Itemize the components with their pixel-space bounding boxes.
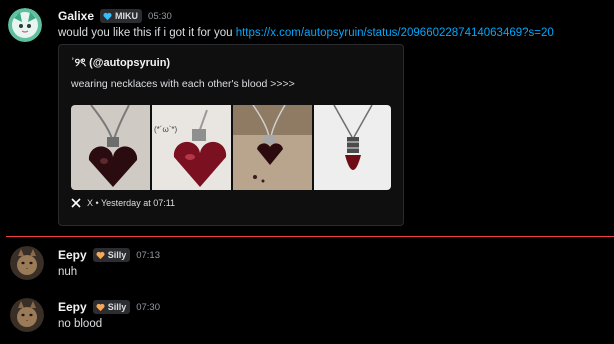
message-text: no blood <box>58 318 103 330</box>
embed-image-4[interactable] <box>314 105 391 190</box>
username[interactable]: Galixe <box>58 9 94 23</box>
embed-footer-text: X • Yesterday at 07:11 <box>87 198 176 208</box>
timestamp[interactable]: 07:13 <box>136 250 160 261</box>
message-galixe: Galixe MIKU 05:30 would you like this if… <box>0 0 614 232</box>
message-link[interactable]: https://x.com/autopsyruin/status/2096602… <box>236 27 554 39</box>
avatar[interactable] <box>10 246 44 280</box>
embed-image-1[interactable] <box>71 105 150 190</box>
embed-description: wearing necklaces with each other's bloo… <box>71 78 295 90</box>
username[interactable]: Eepy <box>58 248 87 262</box>
role-tag-label: MIKU <box>115 11 139 21</box>
role-tag-label: Silly <box>107 250 127 260</box>
message-eepy-2: Eepy Silly 07:30 no blood <box>0 296 614 340</box>
role-tag[interactable]: Silly <box>92 248 131 262</box>
new-messages-divider <box>6 236 614 237</box>
embed-image-gallery: (*´ω`*) <box>71 105 391 190</box>
embed-image-3[interactable] <box>233 105 312 190</box>
message-text: nuh <box>58 266 78 278</box>
embed-footer: X • Yesterday at 07:11 <box>71 198 175 208</box>
embed-author[interactable]: ʾ୨ৎ (@autopsyruin) <box>71 54 170 73</box>
image-overlay-text: (*´ω`*) <box>154 125 178 134</box>
embed-image-2[interactable]: (*´ω`*) <box>152 105 231 190</box>
message-content: would you like this if i got it for you … <box>58 27 554 39</box>
link-embed: ʾ୨ৎ (@autopsyruin) wearing necklaces wit… <box>58 44 404 226</box>
avatar[interactable] <box>8 8 42 42</box>
avatar[interactable] <box>10 298 44 332</box>
heart-badge-icon <box>103 12 112 20</box>
heart-badge-icon <box>96 303 105 311</box>
role-tag-label: Silly <box>107 302 127 312</box>
username[interactable]: Eepy <box>58 300 87 314</box>
timestamp[interactable]: 05:30 <box>148 11 172 22</box>
role-tag[interactable]: Silly <box>92 300 131 314</box>
message-text: would you like this if i got it for you <box>58 27 236 39</box>
x-logo-icon <box>71 198 81 208</box>
role-tag[interactable]: MIKU <box>100 9 143 23</box>
heart-badge-icon <box>96 251 105 259</box>
message-eepy-1: Eepy Silly 07:13 nuh <box>0 244 614 288</box>
timestamp[interactable]: 07:30 <box>136 302 160 313</box>
